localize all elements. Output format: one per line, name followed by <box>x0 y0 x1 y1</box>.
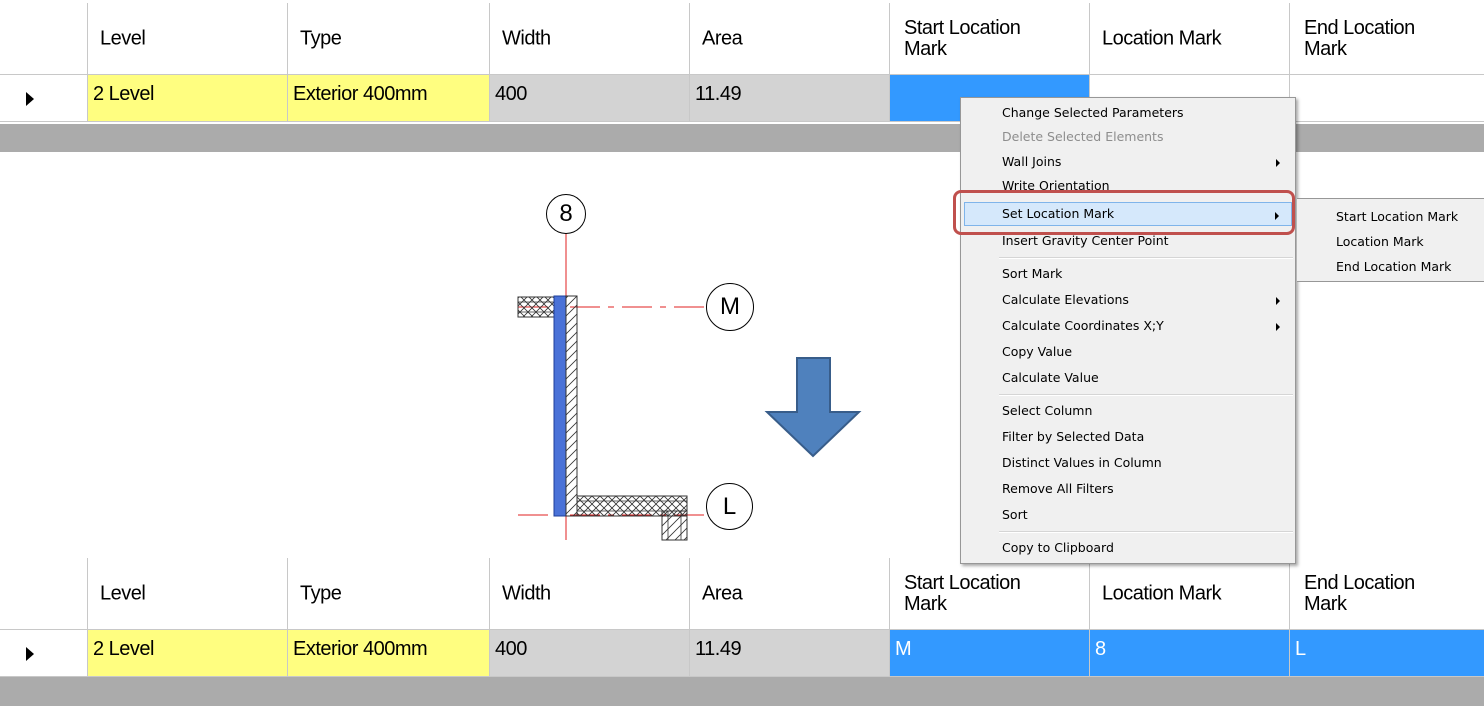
cell-type[interactable]: Exterior 400mm <box>288 630 490 677</box>
cell-width[interactable]: 400 <box>490 75 690 122</box>
menu-item-delete-selected-elements: Delete Selected Elements <box>1002 129 1164 144</box>
grid-bubble-8: 8 <box>546 194 586 234</box>
submenu-arrow-icon <box>1276 323 1280 331</box>
current-row-icon <box>26 92 34 106</box>
grid-header: Level Type Width Area Start Location Mar… <box>0 558 1484 630</box>
column-header-end-location-mark[interactable]: End Location Mark <box>1290 558 1484 630</box>
table-row[interactable]: 2 Level Exterior 400mm 400 11.49 M 8 L <box>0 630 1484 677</box>
cell-level[interactable]: 2 Level <box>88 75 288 122</box>
current-row-icon <box>26 647 34 661</box>
cell-location-mark[interactable]: 8 <box>1090 630 1290 677</box>
menu-item-remove-all-filters[interactable]: Remove All Filters <box>964 477 1292 501</box>
row-header[interactable] <box>0 75 88 122</box>
down-arrow-icon <box>764 357 862 458</box>
cell-end-location-mark[interactable] <box>1290 75 1484 122</box>
column-header-location-mark[interactable]: Location Mark <box>1090 558 1290 630</box>
menu-item-copy-to-clipboard[interactable]: Copy to Clipboard <box>964 536 1292 560</box>
menu-item-sort-mark[interactable]: Sort Mark <box>964 262 1292 286</box>
column-header-area[interactable]: Area <box>690 3 890 75</box>
column-header-level[interactable]: Level <box>88 558 288 630</box>
context-menu: Change Selected Parameters Delete Select… <box>960 97 1296 564</box>
column-header-type[interactable]: Type <box>288 558 490 630</box>
column-header-start-location-mark[interactable]: Start Location Mark <box>890 3 1090 75</box>
column-header-type[interactable]: Type <box>288 3 490 75</box>
header-corner <box>0 3 88 75</box>
column-header-area[interactable]: Area <box>690 558 890 630</box>
menu-item-filter-by-selected-data[interactable]: Filter by Selected Data <box>964 425 1292 449</box>
column-header-start-location-mark[interactable]: Start Location Mark <box>890 558 1090 630</box>
highlight-box <box>953 190 1295 235</box>
menu-item-calculate-coordinates[interactable]: Calculate Coordinates X;Y <box>964 314 1292 338</box>
menu-item-calculate-value[interactable]: Calculate Value <box>964 366 1292 390</box>
column-header-width[interactable]: Width <box>490 558 690 630</box>
submenu-item-location-mark[interactable]: Location Mark <box>1297 230 1484 254</box>
submenu-item-start-location-mark[interactable]: Start Location Mark <box>1297 205 1484 229</box>
menu-item-wall-joins[interactable]: Wall Joins <box>964 150 1292 174</box>
submenu-arrow-icon <box>1276 297 1280 305</box>
column-header-end-location-mark[interactable]: End Location Mark <box>1290 3 1484 75</box>
cell-start-location-mark[interactable]: M <box>890 630 1090 677</box>
row-header[interactable] <box>0 630 88 677</box>
set-location-mark-submenu: Start Location Mark Location Mark End Lo… <box>1297 198 1484 282</box>
bottom-data-grid: Level Type Width Area Start Location Mar… <box>0 556 1484 706</box>
grid-bubble-m: M <box>706 283 754 331</box>
menu-item-select-column[interactable]: Select Column <box>964 399 1292 423</box>
grid-bubble-l: L <box>706 483 753 530</box>
submenu-arrow-icon <box>1276 159 1280 167</box>
column-header-level[interactable]: Level <box>88 3 288 75</box>
menu-separator <box>999 531 1293 533</box>
column-header-location-mark[interactable]: Location Mark <box>1090 3 1290 75</box>
menu-item-calculate-elevations[interactable]: Calculate Elevations <box>964 288 1292 312</box>
menu-item-change-selected-parameters[interactable]: Change Selected Parameters <box>964 101 1292 125</box>
column-header-width[interactable]: Width <box>490 3 690 75</box>
menu-item-copy-value[interactable]: Copy Value <box>964 340 1292 364</box>
grid-header: Level Type Width Area Start Location Mar… <box>0 3 1484 75</box>
cell-end-location-mark[interactable]: L <box>1290 630 1484 677</box>
menu-separator <box>999 394 1293 396</box>
menu-item-sort[interactable]: Sort <box>964 503 1292 527</box>
menu-item-distinct-values-in-column[interactable]: Distinct Values in Column <box>964 451 1292 475</box>
cell-type[interactable]: Exterior 400mm <box>288 75 490 122</box>
cell-level[interactable]: 2 Level <box>88 630 288 677</box>
menu-separator <box>999 257 1293 259</box>
selected-wall <box>553 295 567 517</box>
cell-area[interactable]: 11.49 <box>690 630 890 677</box>
cell-area[interactable]: 11.49 <box>690 75 890 122</box>
submenu-item-end-location-mark[interactable]: End Location Mark <box>1297 255 1484 279</box>
header-corner <box>0 558 88 630</box>
cell-width[interactable]: 400 <box>490 630 690 677</box>
